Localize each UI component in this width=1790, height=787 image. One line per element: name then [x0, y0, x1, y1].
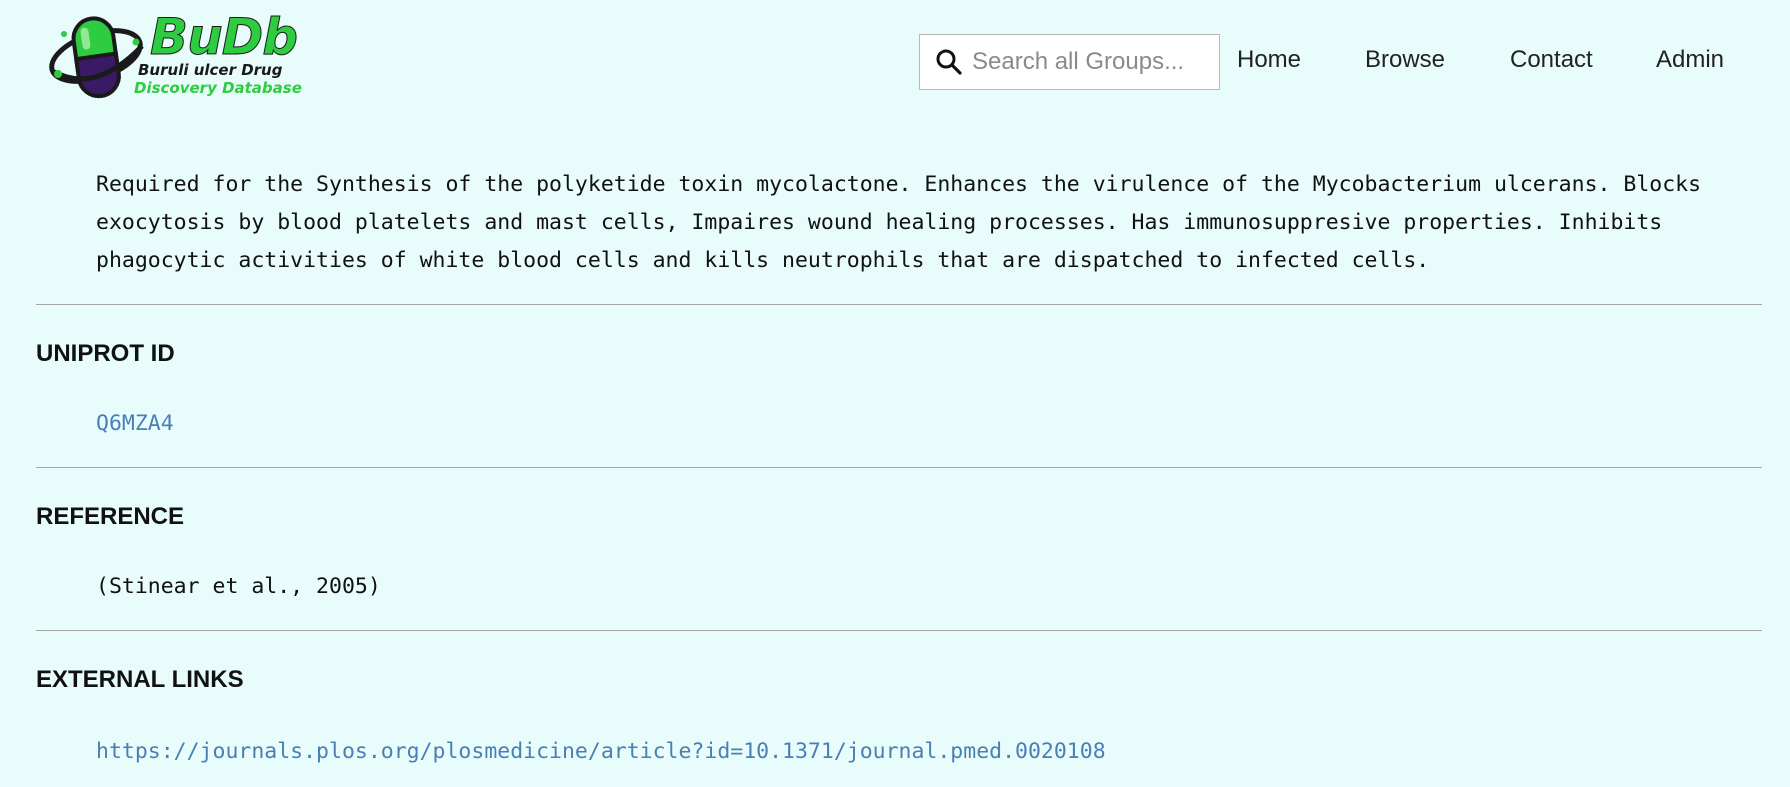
budb-logo[interactable]: BuDb Buruli ulcer Drug Discovery Databas… — [46, 8, 336, 102]
section-divider — [36, 467, 1762, 468]
search-icon[interactable] — [934, 47, 964, 77]
section-divider — [36, 630, 1762, 631]
uniprot-id-link[interactable]: Q6MZA4 — [96, 405, 174, 443]
search-box[interactable] — [919, 34, 1220, 90]
nav-admin-link[interactable]: Admin — [1656, 46, 1736, 74]
reference-heading: REFERENCE — [36, 503, 185, 530]
search-input[interactable] — [972, 48, 1202, 76]
external-link[interactable]: https://journals.plos.org/plosmedicine/a… — [96, 733, 1106, 771]
logo-title: BuDb — [149, 8, 298, 67]
reference-text: (Stinear et al., 2005) — [96, 574, 381, 599]
uniprot-heading: UNIPROT ID — [36, 340, 175, 367]
logo-subtitle-line1: Buruli ulcer Drug — [138, 61, 283, 79]
protein-description: Required for the Synthesis of the polyke… — [96, 172, 1702, 273]
site-header: BuDb Buruli ulcer Drug Discovery Databas… — [0, 0, 1790, 130]
external-links-heading: EXTERNAL LINKS — [36, 666, 244, 693]
main-nav: Home Browse Contact Admin — [1237, 46, 1736, 74]
logo-subtitle-line2: Discovery Database — [134, 79, 302, 97]
nav-contact-link[interactable]: Contact — [1510, 46, 1656, 74]
section-divider — [36, 304, 1762, 305]
nav-browse-link[interactable]: Browse — [1365, 46, 1510, 74]
nav-home-link[interactable]: Home — [1237, 46, 1365, 74]
